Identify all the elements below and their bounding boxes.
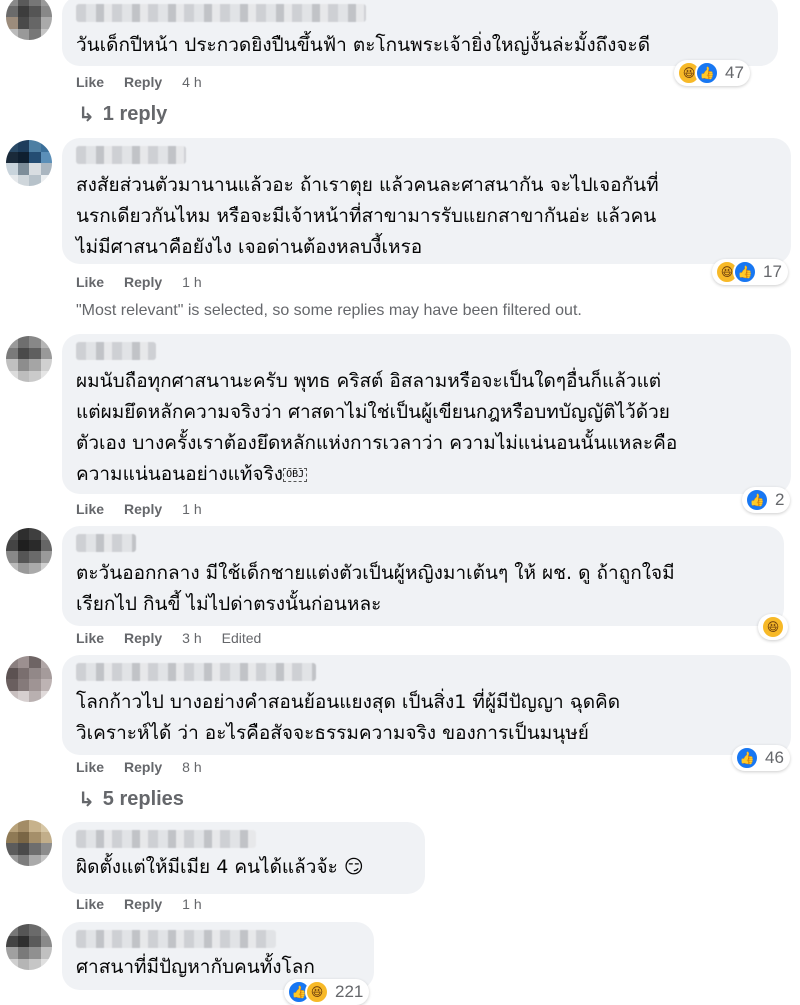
comment-text: สงสัยส่วนตัวมานานแล้วอะ ถ้าเราตุย แล้วคน… — [76, 174, 659, 258]
like-button[interactable]: Like — [76, 630, 104, 646]
comment-actions: Like Reply 4 h — [76, 74, 202, 90]
comment-text-body: ผมนับถือทุกศาสนานะครับ พุทธ คริสต์ อิสลา… — [76, 370, 678, 485]
avatar[interactable] — [6, 820, 52, 866]
view-replies-link[interactable]: ↳ 5 replies — [78, 787, 184, 812]
commenter-name[interactable] — [76, 4, 366, 22]
haha-reaction-icon: 😆 — [305, 980, 329, 1004]
like-button[interactable]: Like — [76, 274, 104, 290]
replies-label: 1 reply — [102, 103, 168, 125]
comment-time[interactable]: 1 h — [182, 274, 201, 290]
commenter-name[interactable] — [76, 830, 256, 848]
avatar[interactable] — [6, 528, 52, 574]
reply-arrow-icon: ↳ — [78, 789, 95, 811]
like-reaction-icon: 👍 — [733, 260, 757, 284]
reaction-count: 47 — [725, 63, 744, 82]
reaction-summary[interactable]: 😆 — [758, 614, 788, 640]
comment-text: ผมนับถือทุกศาสนานะครับ พุทธ คริสต์ อิสลา… — [76, 366, 777, 490]
comment-text: ผิดตั้งแต่ให้มีเมีย 4 คนได้แล้วจ้ะ 😏 — [76, 856, 364, 878]
reply-button[interactable]: Reply — [124, 759, 162, 775]
comment-actions: Like Reply 1 h — [76, 501, 202, 517]
comment-bubble: สงสัยส่วนตัวมานานแล้วอะ ถ้าเราตุย แล้วคน… — [62, 138, 791, 264]
reply-button[interactable]: Reply — [124, 896, 162, 912]
like-reaction-icon: 👍 — [735, 746, 759, 770]
commenter-name[interactable] — [76, 534, 136, 552]
reaction-summary[interactable]: 👍 46 — [732, 745, 790, 771]
commenter-name[interactable] — [76, 930, 276, 948]
comment-actions: Like Reply 3 h Edited — [76, 630, 261, 646]
replies-label: 5 replies — [102, 788, 184, 810]
like-button[interactable]: Like — [76, 501, 104, 517]
comment-bubble: ตะวันออกกลาง มีใช้เด็กชายแต่งตัวเป็นผู้ห… — [62, 526, 784, 626]
reply-button[interactable]: Reply — [124, 274, 162, 290]
like-button[interactable]: Like — [76, 74, 104, 90]
comment-text: วันเด็กปีหน้า ประกวดยิงปืนขึ้นฟ้า ตะโกนพ… — [76, 34, 651, 56]
like-reaction-icon: 👍 — [745, 488, 769, 512]
reaction-count: 221 — [335, 982, 364, 1001]
comment-bubble: วันเด็กปีหน้า ประกวดยิงปืนขึ้นฟ้า ตะโกนพ… — [62, 0, 778, 66]
reaction-summary[interactable]: 😆 👍 17 — [712, 259, 788, 285]
comment-text: ตะวันออกกลาง มีใช้เด็กชายแต่งตัวเป็นผู้ห… — [76, 562, 675, 615]
comment-actions: Like Reply 1 h — [76, 896, 202, 912]
avatar[interactable] — [6, 656, 52, 702]
comment-bubble: โลกก้าวไป บางอย่างคำสอนย้อนแยงสุด เป็นสิ… — [62, 655, 791, 755]
reaction-count: 2 — [775, 490, 785, 509]
filter-notice: "Most relevant" is selected, so some rep… — [76, 302, 582, 319]
comment-time[interactable]: 3 h — [182, 630, 201, 646]
reply-button[interactable]: Reply — [124, 74, 162, 90]
comment-time[interactable]: 1 h — [182, 896, 201, 912]
haha-reaction-icon: 😆 — [761, 615, 785, 639]
reaction-summary[interactable]: 😆 👍 47 — [674, 60, 750, 86]
avatar[interactable] — [6, 140, 52, 186]
view-replies-link[interactable]: ↳ 1 reply — [78, 102, 167, 127]
comment-actions: Like Reply 1 h — [76, 274, 202, 290]
comment-time[interactable]: 4 h — [182, 74, 201, 90]
reaction-count: 17 — [763, 262, 782, 281]
commenter-name[interactable] — [76, 342, 156, 360]
avatar[interactable] — [6, 924, 52, 970]
reaction-summary[interactable]: 👍 😆 221 — [284, 979, 370, 1005]
edited-label[interactable]: Edited — [222, 630, 262, 646]
comment-text: โลกก้าวไป บางอย่างคำสอนย้อนแยงสุด เป็นสิ… — [76, 691, 621, 744]
embedded-object-placeholder: OBJ — [283, 467, 308, 482]
reply-button[interactable]: Reply — [124, 630, 162, 646]
comment-time[interactable]: 8 h — [182, 759, 201, 775]
like-button[interactable]: Like — [76, 896, 104, 912]
reaction-summary[interactable]: 👍 2 — [742, 487, 791, 513]
reaction-count: 46 — [765, 748, 784, 767]
reply-button[interactable]: Reply — [124, 501, 162, 517]
avatar[interactable] — [6, 0, 52, 40]
comment-bubble: ผิดตั้งแต่ให้มีเมีย 4 คนได้แล้วจ้ะ 😏 — [62, 822, 425, 894]
like-button[interactable]: Like — [76, 759, 104, 775]
comment-bubble: ผมนับถือทุกศาสนานะครับ พุทธ คริสต์ อิสลา… — [62, 334, 791, 494]
commenter-name[interactable] — [76, 663, 316, 681]
comment-actions: Like Reply 8 h — [76, 759, 202, 775]
like-reaction-icon: 👍 — [695, 61, 719, 85]
avatar[interactable] — [6, 336, 52, 382]
reply-arrow-icon: ↳ — [78, 104, 95, 126]
comment-time[interactable]: 1 h — [182, 501, 201, 517]
commenter-name[interactable] — [76, 146, 186, 164]
